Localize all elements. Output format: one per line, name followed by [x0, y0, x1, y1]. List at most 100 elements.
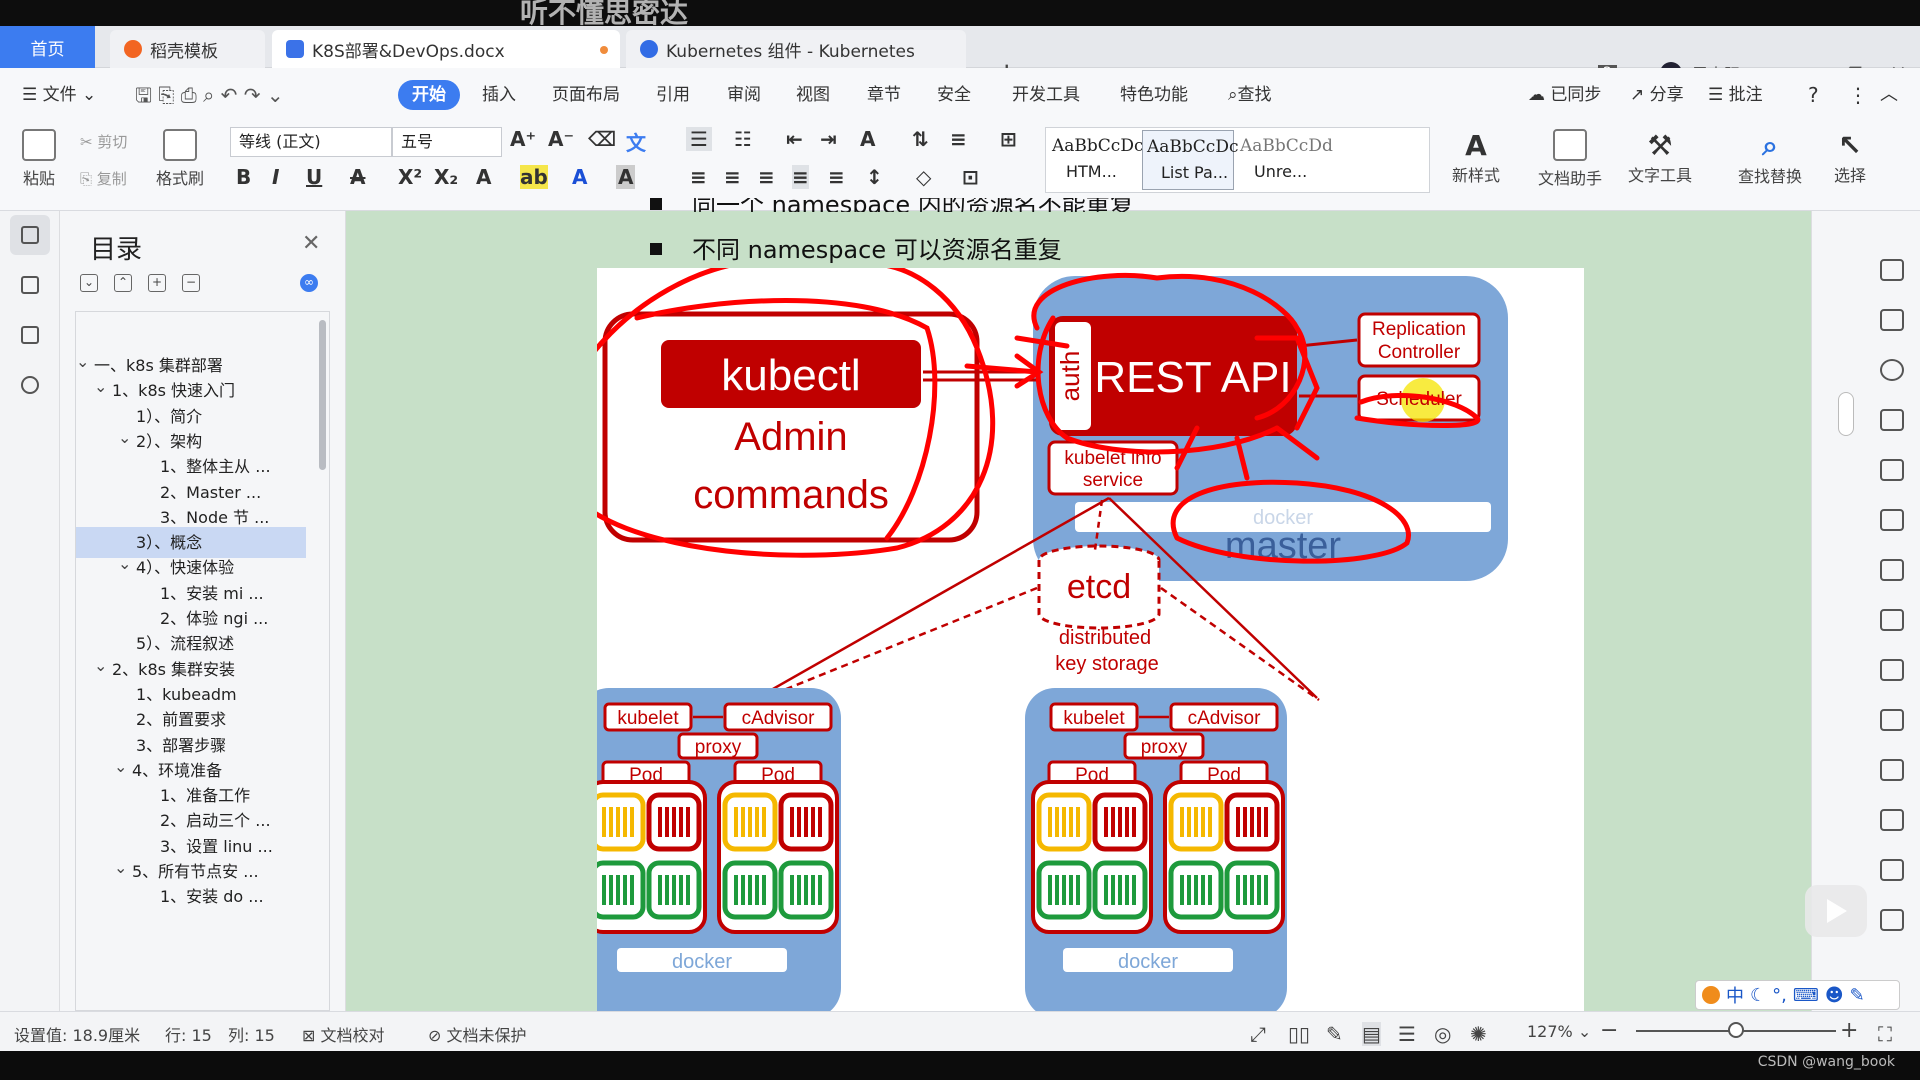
- fit-window-icon[interactable]: ⛶: [1878, 1022, 1892, 1046]
- chevron-down-icon[interactable]: ⌄: [76, 346, 89, 377]
- shapes-icon[interactable]: [1880, 409, 1904, 431]
- tab-references[interactable]: 引用: [656, 80, 690, 110]
- justify-icon[interactable]: ≡: [792, 165, 809, 189]
- chevron-down-icon[interactable]: ⌄: [94, 371, 107, 402]
- write-mode-icon[interactable]: ✎: [1326, 1022, 1343, 1046]
- select-button[interactable]: ↖ 选择: [1822, 129, 1878, 186]
- char-shading-icon[interactable]: A: [616, 165, 636, 189]
- sync-status[interactable]: ☁ 已同步: [1528, 80, 1601, 110]
- export-icon[interactable]: [1880, 759, 1904, 781]
- chevron-down-icon[interactable]: ⌄: [114, 751, 127, 782]
- copy-button[interactable]: ⎘ 复制: [80, 168, 127, 189]
- format-painter-button[interactable]: 格式刷: [152, 129, 208, 189]
- find-nav-button[interactable]: [10, 365, 50, 405]
- underline-icon[interactable]: U: [306, 165, 322, 189]
- bullet-list-icon[interactable]: ☰: [686, 127, 712, 151]
- toc-scrollbar[interactable]: [319, 320, 326, 470]
- strikethrough-icon[interactable]: A: [350, 165, 365, 189]
- tab-view[interactable]: 视图: [796, 80, 830, 110]
- indent-icon[interactable]: ⇥: [820, 127, 837, 151]
- translate-icon[interactable]: [1880, 809, 1904, 831]
- quick-access-icons[interactable]: 🖫 ⎘ ⎙ ⌕ ↶ ↷ ⌄: [135, 80, 284, 110]
- chevron-down-icon[interactable]: ⌄: [114, 852, 127, 883]
- zoom-in-icon[interactable]: +: [1840, 1018, 1858, 1043]
- distribute-icon[interactable]: ≡: [828, 165, 845, 189]
- proofread-button[interactable]: ⊠ 文档校对: [302, 1022, 385, 1046]
- tab-dev-tools[interactable]: 开发工具: [1012, 80, 1080, 110]
- expand-all-icon[interactable]: ⌄: [80, 274, 98, 292]
- tab-kubernetes[interactable]: Kubernetes 组件 - Kubernetes: [626, 30, 966, 68]
- fill-icon[interactable]: [1880, 459, 1904, 481]
- style-html[interactable]: AaBbCcDc HTM...: [1048, 130, 1143, 190]
- style-list-paragraph[interactable]: AaBbCcDc List Pa...: [1142, 130, 1238, 190]
- table-border-icon[interactable]: ⊞: [1000, 127, 1017, 151]
- bold-icon[interactable]: B: [236, 165, 251, 189]
- tab-home[interactable]: 首页: [0, 26, 95, 68]
- zoom-slider-knob[interactable]: [1728, 1022, 1744, 1038]
- chevron-down-icon[interactable]: ⌄: [118, 422, 131, 453]
- paste-button[interactable]: 粘贴: [14, 129, 64, 189]
- remove-heading-icon[interactable]: −: [182, 274, 200, 292]
- toc-close-icon[interactable]: ✕: [302, 231, 320, 256]
- chevron-down-icon[interactable]: ⌄: [94, 650, 107, 681]
- tab-review[interactable]: 审阅: [727, 80, 761, 110]
- font-family-select[interactable]: 等线 (正文): [230, 127, 392, 157]
- highlight-icon[interactable]: ab: [520, 165, 548, 189]
- cut-button[interactable]: ✂ 剪切: [80, 131, 127, 152]
- image-icon[interactable]: [1880, 709, 1904, 731]
- chinese-layout-icon[interactable]: A: [860, 127, 875, 151]
- zoom-out-icon[interactable]: −: [1600, 1018, 1618, 1043]
- subscript-icon[interactable]: X₂: [434, 165, 458, 189]
- tab-template[interactable]: 稻壳模板: [110, 30, 265, 68]
- cursor-icon[interactable]: [1880, 309, 1904, 331]
- add-heading-icon[interactable]: +: [148, 274, 166, 292]
- location-icon[interactable]: [1880, 359, 1904, 381]
- zoom-level[interactable]: 127% ⌄: [1527, 1022, 1591, 1041]
- paragraph-spacing-icon[interactable]: ↕: [866, 165, 883, 189]
- text-effect-icon[interactable]: A: [476, 165, 491, 189]
- clear-format-icon[interactable]: ⌫: [588, 127, 616, 151]
- eye-care-icon[interactable]: ✺: [1470, 1022, 1487, 1046]
- style-unresolved[interactable]: AaBbCcDd Unre...: [1236, 130, 1333, 190]
- tab-insert[interactable]: 插入: [482, 80, 516, 110]
- new-style-button[interactable]: A 新样式: [1440, 129, 1512, 186]
- collapse-ribbon-icon[interactable]: ︿: [1880, 80, 1898, 110]
- numbered-list-icon[interactable]: ☷: [734, 127, 752, 151]
- text-tools-button[interactable]: ⚒ 文字工具: [1618, 129, 1702, 186]
- share-button[interactable]: ↗ 分享: [1630, 80, 1684, 110]
- chapter-nav-button[interactable]: [10, 265, 50, 305]
- find-replace-button[interactable]: ⌕ 查找替换: [1728, 129, 1812, 187]
- chevron-down-icon[interactable]: ⌄: [118, 548, 131, 579]
- toc-item[interactable]: 1、安装 do ...: [76, 881, 306, 912]
- picture-icon[interactable]: [1880, 909, 1904, 931]
- outdent-icon[interactable]: ⇤: [786, 127, 803, 151]
- toc-sync-icon[interactable]: ∞: [300, 274, 318, 292]
- chart-icon[interactable]: [1880, 609, 1904, 631]
- align-left-icon[interactable]: ≡: [690, 165, 707, 189]
- bookmark-button[interactable]: [10, 315, 50, 355]
- font-size-select[interactable]: 五号: [392, 127, 502, 157]
- protect-status[interactable]: ⊘ 文档未保护: [428, 1022, 527, 1046]
- tab-features[interactable]: 特色功能: [1120, 80, 1188, 110]
- outline-view-icon[interactable]: ☰: [1398, 1022, 1416, 1046]
- font-shrink-icon[interactable]: A⁻: [548, 127, 574, 151]
- file-menu[interactable]: ☰ 文件 ⌄: [22, 80, 96, 110]
- settings-sliders-icon[interactable]: [1880, 659, 1904, 681]
- search-menu[interactable]: ⌕查找: [1228, 80, 1272, 110]
- tab-page-layout[interactable]: 页面布局: [552, 80, 620, 110]
- comment-button[interactable]: ☰ 批注: [1708, 80, 1763, 110]
- tab-home-ribbon[interactable]: 开始: [398, 80, 460, 110]
- tab-security[interactable]: 安全: [937, 80, 971, 110]
- page-view-icon[interactable]: ▤: [1362, 1022, 1381, 1046]
- italic-icon[interactable]: I: [272, 165, 279, 189]
- align-center-icon[interactable]: ≡: [724, 165, 741, 189]
- font-color-icon[interactable]: A: [572, 165, 587, 189]
- line-spacing-icon[interactable]: ≡: [950, 127, 967, 151]
- tab-chapter[interactable]: 章节: [867, 80, 901, 110]
- shading-icon[interactable]: ◇: [916, 165, 931, 189]
- more-icon[interactable]: ⋮: [1848, 80, 1868, 110]
- ime-toolbar[interactable]: 中 ☾ °, ⌨ ☻ ✎: [1695, 980, 1900, 1010]
- help-icon[interactable]: ?: [1808, 80, 1819, 110]
- web-view-icon[interactable]: ◎: [1434, 1022, 1451, 1046]
- sort-icon[interactable]: ⇅: [912, 127, 929, 151]
